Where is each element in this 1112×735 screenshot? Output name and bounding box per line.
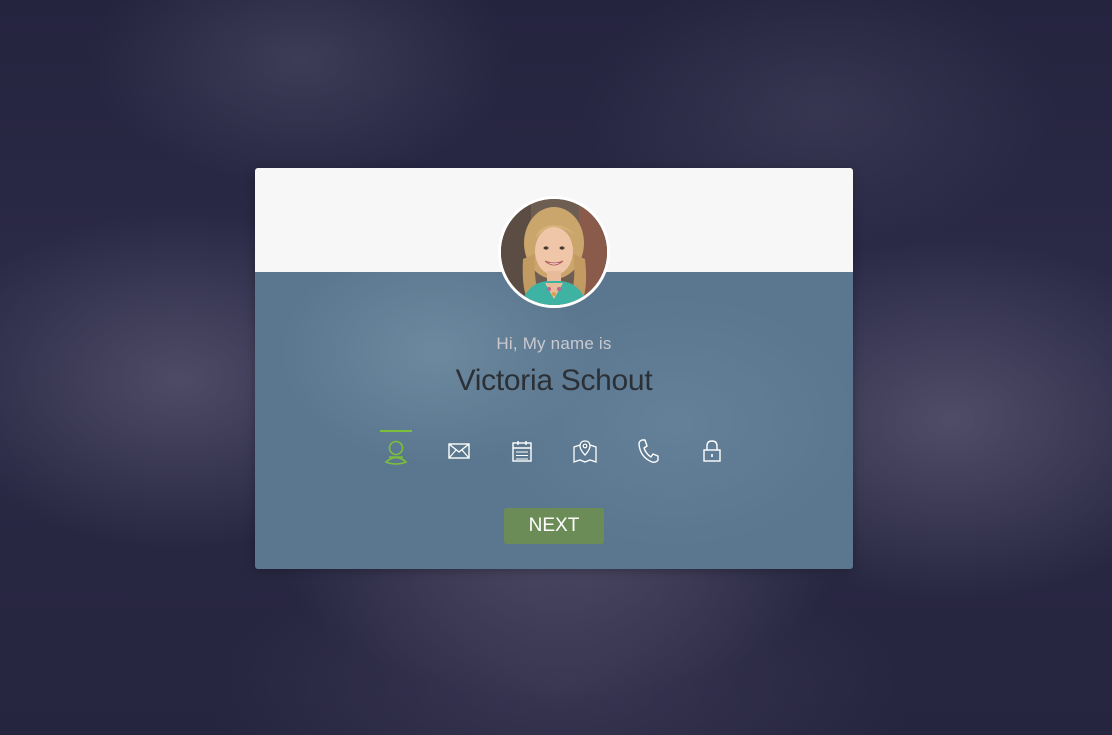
- calendar-icon: [512, 441, 532, 462]
- user-icon: [384, 440, 408, 465]
- phone-icon-button[interactable]: [630, 428, 666, 474]
- calendar-icon-button[interactable]: [504, 428, 540, 474]
- info-icon-bar: [378, 428, 730, 474]
- lock-icon: [703, 440, 721, 462]
- greeting-text: Hi, My name is: [496, 334, 612, 353]
- next-button[interactable]: NEXT: [504, 508, 604, 544]
- lock-icon-button[interactable]: [694, 428, 730, 474]
- user-icon-button[interactable]: [378, 428, 414, 474]
- email-icon: [448, 443, 470, 459]
- map-icon-button[interactable]: [567, 428, 603, 474]
- map-icon: [573, 440, 597, 463]
- active-indicator: [380, 430, 412, 432]
- email-icon-button[interactable]: [441, 428, 477, 474]
- avatar: [498, 196, 610, 308]
- phone-icon: [638, 439, 659, 463]
- profile-name: Victoria Schout: [455, 364, 653, 397]
- profile-card: Hi, My name is Victoria Schout NEXT: [255, 168, 853, 569]
